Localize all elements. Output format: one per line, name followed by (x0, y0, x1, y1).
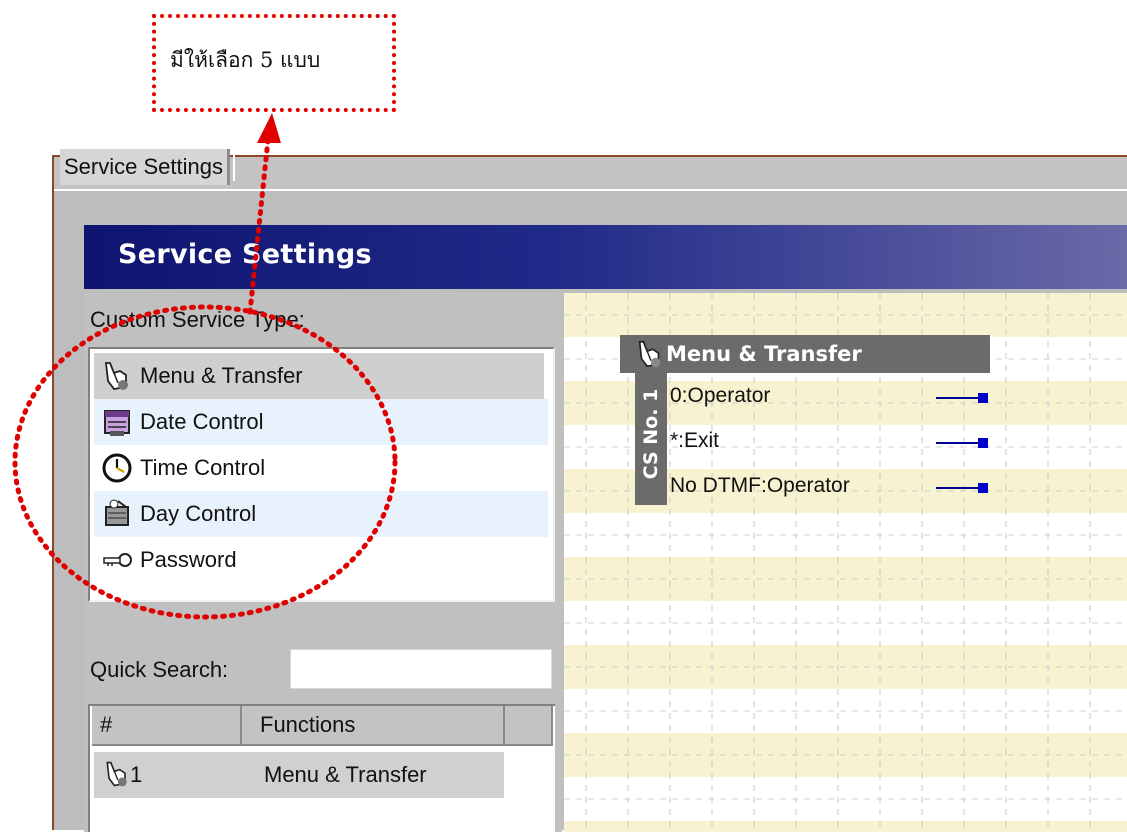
service-type-item[interactable]: Date Control (94, 399, 548, 445)
service-type-item[interactable]: Time Control (94, 445, 548, 491)
left-panel: Custom Service Type: Menu & Transfer Dat… (84, 293, 562, 832)
table-row[interactable]: 1 Menu & Transfer (94, 752, 504, 798)
section-header: Service Settings (84, 225, 1127, 289)
service-type-item[interactable]: Day Control (94, 491, 548, 537)
annotation-callout-box: มีให้เลือก 5 แบบ (152, 14, 396, 112)
tab-service-settings[interactable]: Service Settings (60, 149, 235, 185)
key-icon (94, 540, 140, 580)
flow-node-title: Menu & Transfer (620, 335, 990, 373)
service-type-label: Password (140, 547, 237, 572)
hand-icon (94, 356, 140, 396)
clock-icon (94, 448, 140, 488)
row-number: 1 (130, 762, 143, 787)
quick-search-input[interactable] (290, 649, 552, 689)
option-output-port[interactable] (978, 393, 988, 403)
flow-node-option[interactable]: 0:Operator (670, 375, 1000, 417)
service-type-label: Day Control (140, 501, 257, 526)
flow-node-side-label: CS No. 1 (640, 388, 662, 480)
calendar-icon (94, 402, 140, 442)
column-header-extra (505, 706, 553, 746)
service-type-label: Menu & Transfer (140, 363, 303, 388)
option-connector-line (936, 442, 978, 444)
grid-band (564, 821, 1127, 832)
flow-node-side-bar: CS No. 1 (635, 373, 667, 505)
page-title: Service Settings (118, 239, 372, 270)
tab-strip: Service Settings (54, 149, 1127, 189)
option-connector-line (936, 487, 978, 489)
service-type-item[interactable]: Password (94, 537, 548, 583)
annotation-callout-text: มีให้เลือก 5 แบบ (170, 48, 321, 72)
column-header-functions[interactable]: Functions (242, 706, 505, 746)
annotation-arrow-head (257, 113, 281, 143)
column-header-number[interactable]: # (92, 706, 242, 746)
flow-node-option[interactable]: *:Exit (670, 420, 1000, 462)
custom-service-type-label: Custom Service Type: (90, 307, 305, 332)
service-type-list: Menu & Transfer Date Control Time Contro… (88, 347, 555, 602)
flow-node-option[interactable]: No DTMF:Operator (670, 465, 1000, 507)
option-connector-line (936, 397, 978, 399)
service-type-label: Date Control (140, 409, 264, 434)
tab-divider (54, 189, 1127, 191)
day-icon (94, 494, 140, 534)
service-type-item[interactable]: Menu & Transfer (94, 353, 544, 399)
option-output-port[interactable] (978, 438, 988, 448)
quick-search-label: Quick Search: (90, 657, 229, 682)
row-function: Menu & Transfer (264, 762, 427, 787)
functions-table: # Functions 1 Menu & Transfer (88, 704, 555, 832)
option-output-port[interactable] (978, 483, 988, 493)
service-type-label: Time Control (140, 455, 266, 480)
